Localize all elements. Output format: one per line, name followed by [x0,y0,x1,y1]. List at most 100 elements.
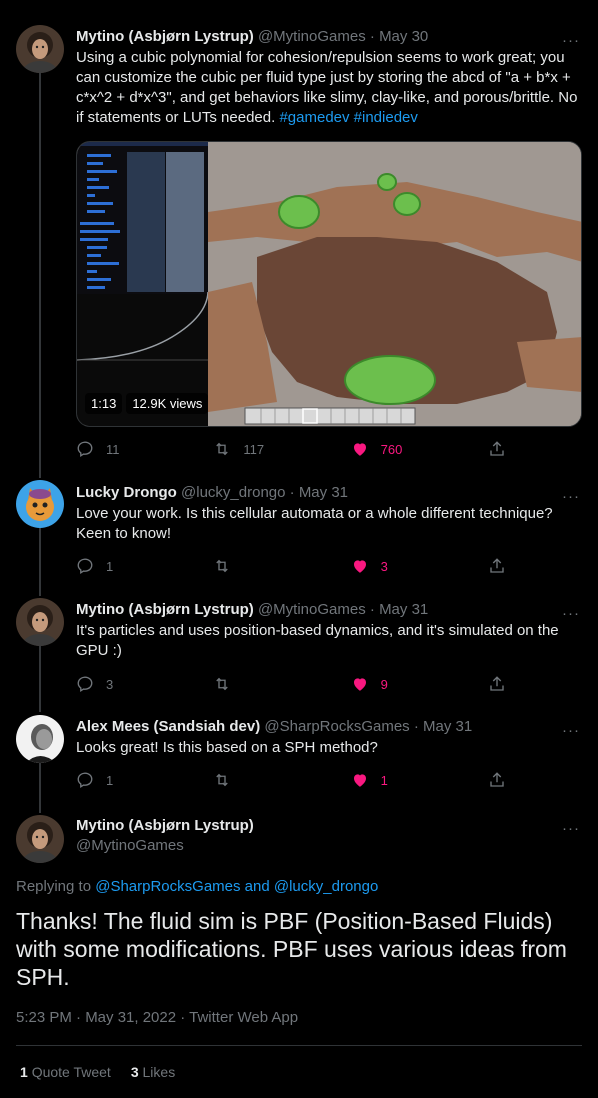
reply-button[interactable]: 3 [76,675,196,693]
quote-label: Quote Tweet [31,1064,111,1080]
more-options-icon[interactable]: ··· [562,33,580,48]
likes-count: 3 [130,1064,139,1080]
tweet-actions: 11 117 760 [76,439,508,459]
video-duration: 1:13 [85,393,123,414]
video-views: 12.9K views [126,393,209,414]
like-count: 1 [380,772,388,788]
reply-button[interactable]: 1 [76,557,196,575]
reply-button[interactable]: 1 [76,771,196,789]
replying-to: Replying to @SharpRocksGames and @lucky_… [16,878,378,895]
more-options-icon[interactable]: ··· [562,606,580,621]
reply-count: 11 [106,441,120,457]
tweet-timestamp[interactable]: 5:23 PM · May 31, 2022 · Twitter Web App [16,1009,298,1026]
divider [16,1045,582,1046]
author-handle[interactable]: @SharpRocksGames [264,718,409,735]
heart-icon [353,443,366,456]
avatar[interactable] [16,815,64,863]
reply-icon [77,676,93,692]
share-icon [490,558,504,573]
tweet-header: Lucky Drongo @lucky_drongo · May 31 [76,483,582,503]
tweet-text: Looks great! Is this based on a SPH meth… [76,739,378,756]
tweet[interactable]: Alex Mees (Sandsiah dev) @SharpRocksGame… [76,717,582,758]
tweet-header: Mytino (Asbjørn Lystrup) @MytinoGames · … [76,27,582,47]
share-icon [490,772,504,787]
retweet-button[interactable]: 117 [213,440,333,458]
tweet-date[interactable]: May 30 [379,28,428,45]
share-button[interactable] [488,771,508,789]
tweet-stats: 1 Quote Tweet 3 Likes [20,1064,175,1080]
thread-line [39,763,41,813]
like-count: 760 [380,441,403,457]
reply-count: 1 [106,772,114,788]
like-count: 3 [380,558,388,574]
avatar[interactable] [16,715,64,763]
author-name[interactable]: Lucky Drongo [76,484,177,501]
avatar[interactable] [16,25,64,73]
separator: · [289,484,295,501]
tweet[interactable]: Mytino (Asbjørn Lystrup) @MytinoGames · … [76,600,582,661]
tweet-text: Love your work. Is this cellular automat… [76,505,553,542]
tweet-text: It's particles and uses position-based d… [76,622,559,659]
more-options-icon[interactable]: ··· [562,489,580,504]
thread-line [39,528,41,596]
reply-icon [77,772,93,788]
separator: · [369,28,375,45]
retweet-icon [216,773,229,787]
tweet-date[interactable]: May 31 [423,718,472,735]
retweet-button[interactable] [213,771,333,789]
video-player[interactable]: 1:13 12.9K views [76,141,582,427]
hashtags[interactable]: #gamedev #indiedev [279,109,417,126]
share-button[interactable] [488,675,508,693]
tweet-actions: 1 3 [76,556,508,576]
more-options-icon[interactable]: ··· [562,723,580,738]
author-name[interactable]: Mytino (Asbjørn Lystrup) [76,28,254,45]
author-name[interactable]: Mytino (Asbjørn Lystrup) [76,817,254,834]
share-button[interactable] [488,440,508,458]
separator: · [369,601,375,618]
replying-to-label: Replying to [16,878,92,895]
retweet-button[interactable] [213,557,333,575]
share-icon [490,676,504,691]
focused-tweet-header: Mytino (Asbjørn Lystrup) @MytinoGames [76,816,582,856]
likes-link[interactable]: 3 Likes [131,1064,175,1080]
heart-icon [353,678,366,691]
author-handle[interactable]: @MytinoGames [258,28,366,45]
quote-count: 1 [20,1064,28,1080]
author-name[interactable]: Alex Mees (Sandsiah dev) [76,718,260,735]
video-overlay: 1:13 12.9K views [85,393,209,414]
avatar[interactable] [16,598,64,646]
reply-button[interactable]: 11 [76,440,196,458]
like-button[interactable]: 9 [351,675,471,693]
reply-icon [77,558,93,574]
tweet-text: Using a cubic polynomial for cohesion/re… [76,48,582,128]
like-button[interactable]: 1 [351,771,471,789]
tweet-date[interactable]: May 31 [379,601,428,618]
focused-tweet-text: Thanks! The fluid sim is PBF (Position-B… [16,908,567,990]
retweet-icon [216,442,229,456]
thread-line [39,70,41,478]
tweet-header: Alex Mees (Sandsiah dev) @SharpRocksGame… [76,717,582,737]
author-handle[interactable]: @lucky_drongo [181,484,285,501]
like-button[interactable]: 760 [351,440,471,458]
tweet-actions: 3 9 [76,674,508,694]
replying-to-users[interactable]: @SharpRocksGames and @lucky_drongo [95,878,378,895]
separator: · [413,718,419,735]
author-handle[interactable]: @MytinoGames [258,601,366,618]
avatar[interactable] [16,480,64,528]
retweet-button[interactable] [213,675,333,693]
reply-count: 1 [106,558,114,574]
retweet-icon [216,677,229,691]
tweet[interactable]: Mytino (Asbjørn Lystrup) @MytinoGames · … [76,27,582,128]
thread-line [39,646,41,712]
tweet-date[interactable]: May 31 [299,484,348,501]
retweet-icon [216,559,229,573]
like-button[interactable]: 3 [351,557,471,575]
share-button[interactable] [488,557,508,575]
author-handle[interactable]: @MytinoGames [76,837,184,854]
author-name[interactable]: Mytino (Asbjørn Lystrup) [76,601,254,618]
tweet[interactable]: Lucky Drongo @lucky_drongo · May 31 Love… [76,483,582,544]
more-options-icon[interactable]: ··· [562,821,580,836]
likes-label: Likes [142,1064,176,1080]
retweet-count: 117 [243,441,265,457]
quote-tweets-link[interactable]: 1 Quote Tweet [20,1064,111,1080]
